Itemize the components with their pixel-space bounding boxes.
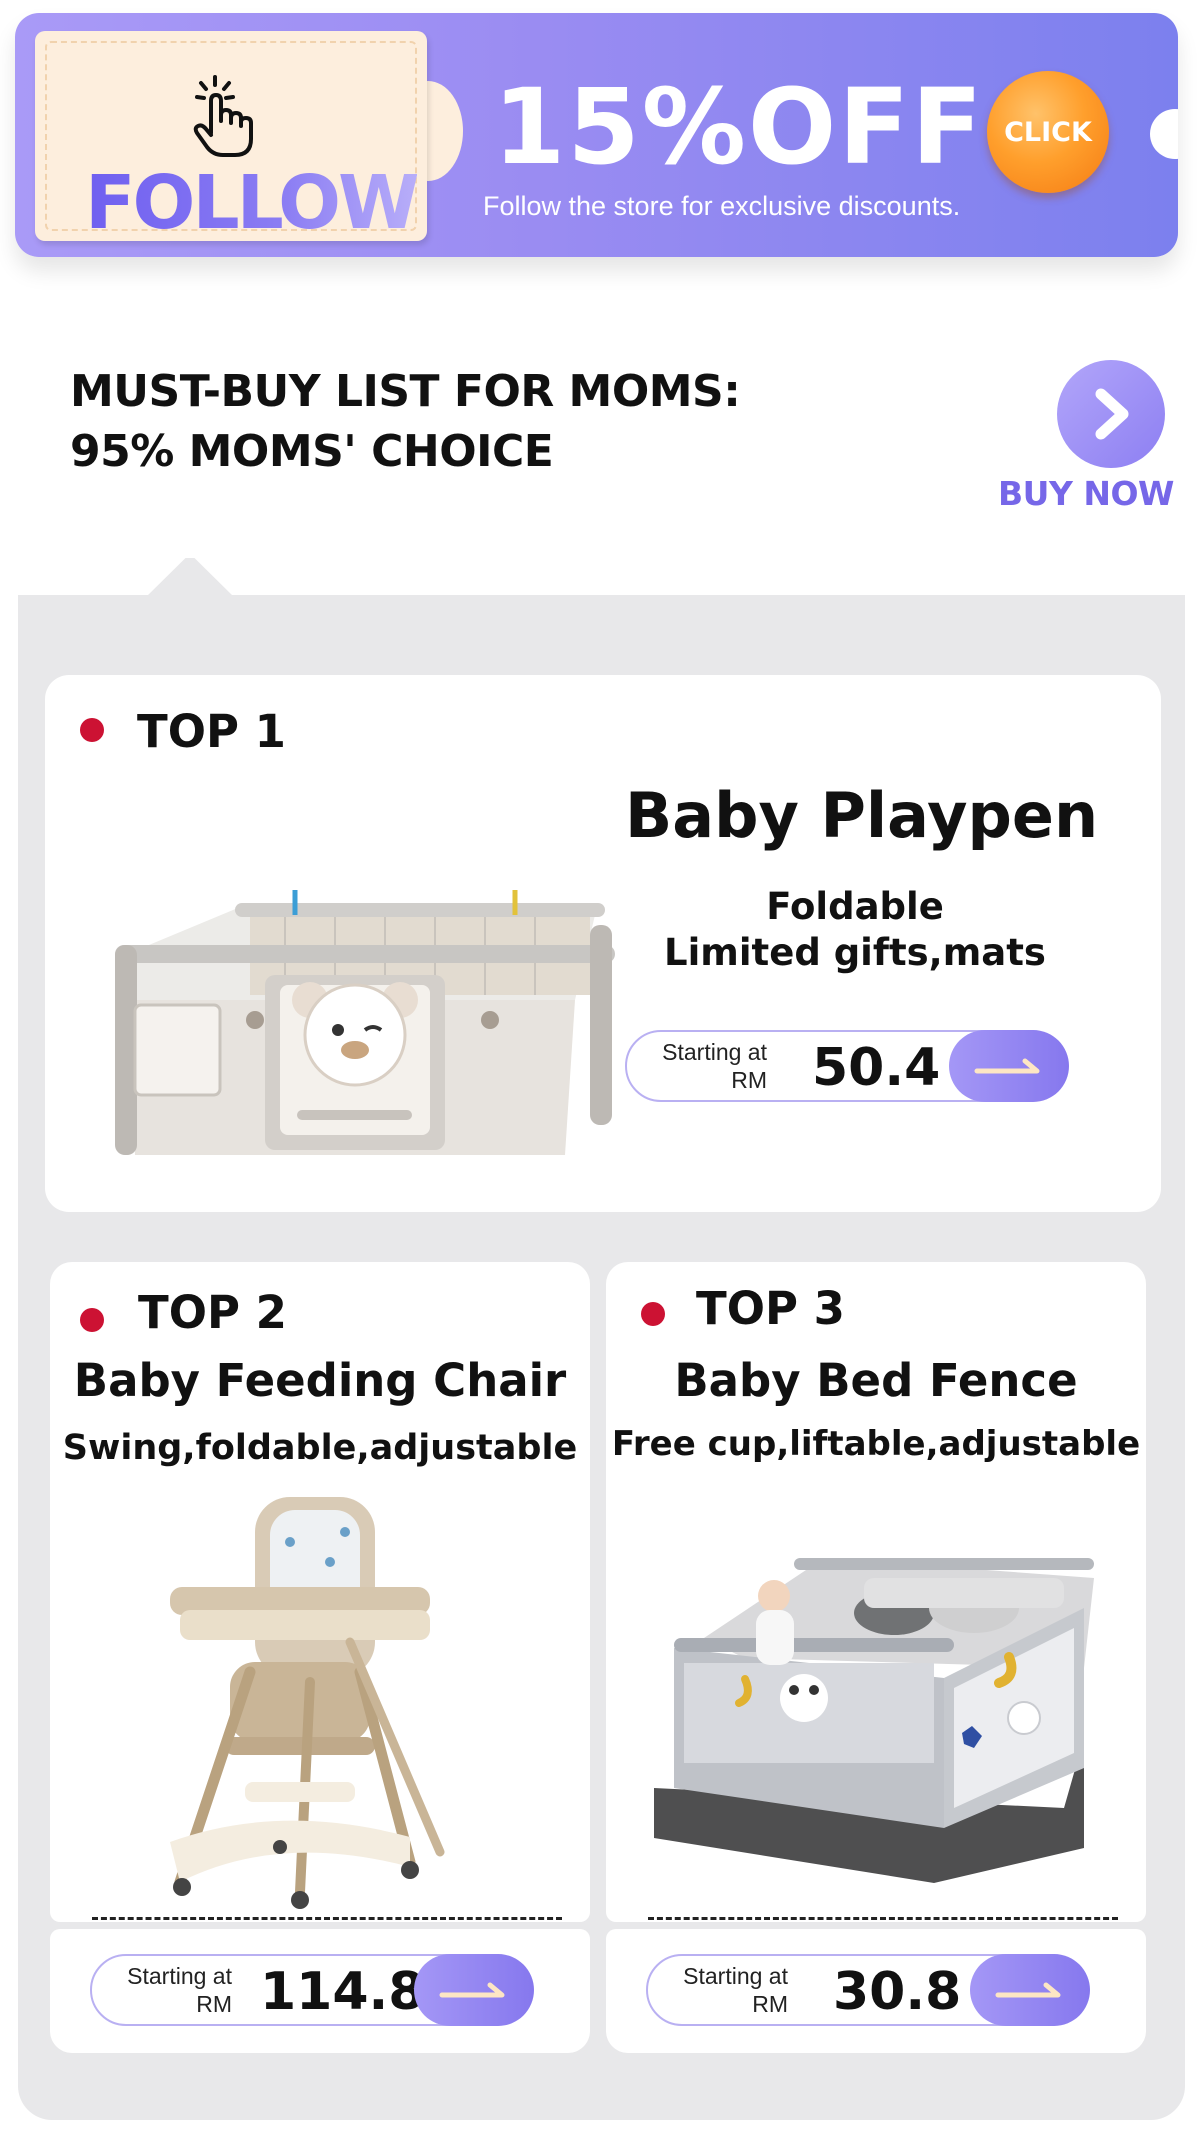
follow-ticket[interactable]: FOLLOW (35, 31, 427, 241)
price-prefix-line2: RM (196, 1991, 232, 2017)
rank-dot (80, 718, 104, 742)
price-prefix-line1: Starting at (683, 1963, 788, 1989)
pointing-hand-icon (185, 71, 265, 161)
rank-dot (80, 1308, 104, 1332)
product-name: Baby Bed Fence (674, 1354, 1078, 1407)
view-product-button[interactable] (949, 1030, 1069, 1102)
product-card-top3[interactable]: TOP 3 Baby Bed Fence Free cup,liftable,a… (606, 1262, 1146, 1922)
rank-dot (641, 1302, 665, 1326)
view-product-button[interactable] (970, 1954, 1090, 2026)
product-card-top2-price: Starting at RM 114.8 (50, 1917, 590, 2053)
discount-headline: 15%OFF (493, 66, 985, 188)
product-features-line1: Foldable (766, 885, 944, 928)
product-card-top2[interactable]: TOP 2 Baby Feeding Chair Swing,foldable,… (50, 1262, 590, 1922)
arrow-right-icon (439, 1982, 505, 1998)
divider (648, 1917, 1118, 1920)
banner-subtitle: Follow the store for exclusive discounts… (483, 191, 961, 221)
price-value: 114.8 (260, 1962, 425, 2022)
view-product-button[interactable] (414, 1954, 534, 2026)
follow-store-banner[interactable]: FOLLOW 15%OFF Follow the store for exclu… (15, 13, 1178, 257)
product-features: Swing,foldable,adjustable (62, 1428, 578, 1468)
panel-pointer (145, 558, 235, 598)
click-button[interactable]: CLICK (987, 71, 1109, 193)
banner-notch (1150, 109, 1178, 159)
mustbuy-heading-line2: 95% MOMS' CHOICE (70, 426, 554, 477)
product-image-bed-fence[interactable] (644, 1538, 1114, 1888)
product-card-top1[interactable]: TOP 1 Baby Playpen Foldable Limited gift… (45, 675, 1161, 1212)
rank-label: TOP 3 (696, 1282, 845, 1335)
product-name: Baby Feeding Chair (73, 1354, 567, 1407)
price-prefix: Starting at RM (668, 1962, 788, 2018)
arrow-right-icon (974, 1058, 1040, 1074)
mustbuy-heading-line1: MUST-BUY LIST FOR MOMS: (70, 366, 741, 417)
rank-label: TOP 2 (138, 1286, 287, 1339)
price-value: 30.8 (833, 1962, 962, 2022)
price-prefix-line2: RM (752, 1991, 788, 2017)
product-card-top3-price: Starting at RM 30.8 (606, 1917, 1146, 2053)
buy-now-link[interactable]: BUY NOW (998, 474, 1174, 513)
arrow-right-icon (995, 1982, 1061, 1998)
price-value: 50.4 (812, 1038, 941, 1098)
product-name: Baby Playpen (625, 779, 1099, 852)
product-image-feeding-chair[interactable] (160, 1482, 490, 1912)
price-prefix-line1: Starting at (127, 1963, 232, 1989)
divider (92, 1917, 562, 1920)
product-image-playpen[interactable] (95, 885, 625, 1175)
price-prefix: Starting at RM (112, 1962, 232, 2018)
product-features: Free cup,liftable,adjustable (611, 1424, 1141, 1464)
follow-label: FOLLOW (85, 160, 420, 246)
price-prefix: Starting at RM (647, 1038, 767, 1094)
buy-now-button[interactable] (1057, 360, 1165, 468)
price-prefix-line2: RM (731, 1067, 767, 1093)
product-features-line2: Limited gifts,mats (664, 931, 1046, 974)
chevron-right-icon (1095, 388, 1129, 440)
price-prefix-line1: Starting at (662, 1039, 767, 1065)
mustbuy-heading: MUST-BUY LIST FOR MOMS: 95% MOMS' CHOICE (70, 362, 741, 482)
rank-label: TOP 1 (137, 705, 286, 758)
